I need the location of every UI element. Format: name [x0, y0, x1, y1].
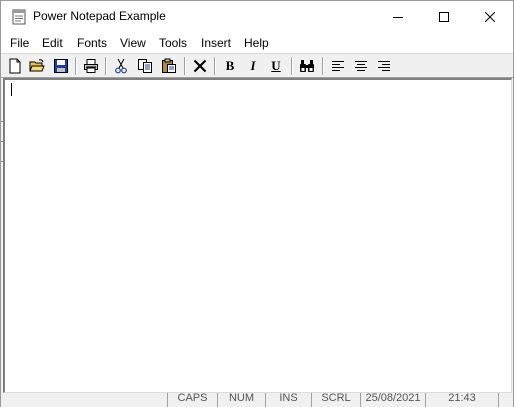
- paste-icon: [162, 58, 176, 73]
- toolbar: B I U: [1, 53, 513, 78]
- align-center-icon: [355, 61, 367, 71]
- menu-insert[interactable]: Insert: [201, 36, 231, 50]
- find-button[interactable]: [298, 57, 316, 75]
- italic-button[interactable]: I: [244, 57, 262, 75]
- print-icon: [84, 59, 98, 73]
- status-bar: CAPS NUM INS SCRL 25/08/2021 21:43: [1, 393, 513, 407]
- align-right-button[interactable]: [375, 57, 393, 75]
- delete-icon: [193, 59, 207, 73]
- scrl-indicator: SCRL: [311, 393, 360, 407]
- toolbar-separator: [291, 57, 293, 75]
- new-file-button[interactable]: [6, 57, 24, 75]
- ins-indicator: INS: [265, 393, 311, 407]
- edge-tick: [1, 121, 3, 122]
- toolbar-separator: [214, 57, 216, 75]
- paste-button[interactable]: [160, 57, 178, 75]
- open-folder-icon: [29, 59, 45, 72]
- toolbar-separator: [75, 57, 77, 75]
- close-button[interactable]: [467, 1, 513, 32]
- num-indicator: NUM: [217, 393, 265, 407]
- align-left-button[interactable]: [329, 57, 347, 75]
- copy-button[interactable]: [136, 57, 154, 75]
- menu-file[interactable]: File: [10, 36, 29, 50]
- bold-icon: B: [225, 58, 235, 73]
- underline-button[interactable]: U: [267, 57, 285, 75]
- menu-fonts[interactable]: Fonts: [77, 36, 107, 50]
- app-window: Power Notepad Example File Edit Fonts Vi…: [0, 0, 514, 407]
- underline-icon: U: [271, 58, 281, 73]
- save-icon: [54, 59, 68, 73]
- bold-button[interactable]: B: [221, 57, 239, 75]
- align-right-icon: [378, 61, 390, 71]
- align-left-icon: [332, 61, 344, 71]
- italic-icon: I: [250, 58, 256, 73]
- cut-button[interactable]: [112, 57, 130, 75]
- copy-icon: [138, 59, 152, 73]
- minimize-icon: [393, 16, 403, 18]
- maximize-icon: [439, 11, 449, 22]
- toolbar-separator: [184, 57, 186, 75]
- menu-tools[interactable]: Tools: [159, 36, 187, 50]
- date-display: 25/08/2021: [360, 393, 425, 407]
- new-file-icon: [9, 58, 21, 74]
- find-icon: [300, 60, 314, 72]
- menu-bar: File Edit Fonts View Tools Insert Help: [1, 32, 513, 53]
- align-center-button[interactable]: [352, 57, 370, 75]
- delete-button[interactable]: [191, 57, 209, 75]
- time-display: 21:43: [425, 393, 499, 407]
- notepad-app-icon[interactable]: [11, 9, 27, 25]
- text-editor[interactable]: [3, 78, 512, 393]
- cut-icon: [115, 58, 127, 74]
- title-bar[interactable]: Power Notepad Example: [1, 1, 513, 32]
- toolbar-separator: [105, 57, 107, 75]
- save-button[interactable]: [52, 57, 70, 75]
- edge-tick: [1, 161, 3, 162]
- maximize-button[interactable]: [421, 1, 467, 32]
- caps-indicator: CAPS: [167, 393, 217, 407]
- menu-view[interactable]: View: [120, 36, 146, 50]
- edge-tick: [1, 141, 3, 142]
- open-button[interactable]: [28, 57, 46, 75]
- menu-edit[interactable]: Edit: [42, 36, 63, 50]
- minimize-button[interactable]: [375, 1, 421, 32]
- toolbar-separator: [322, 57, 324, 75]
- text-caret: [11, 83, 12, 96]
- close-icon: [485, 11, 495, 22]
- print-button[interactable]: [82, 57, 100, 75]
- menu-help[interactable]: Help: [244, 36, 269, 50]
- window-title: Power Notepad Example: [33, 9, 166, 23]
